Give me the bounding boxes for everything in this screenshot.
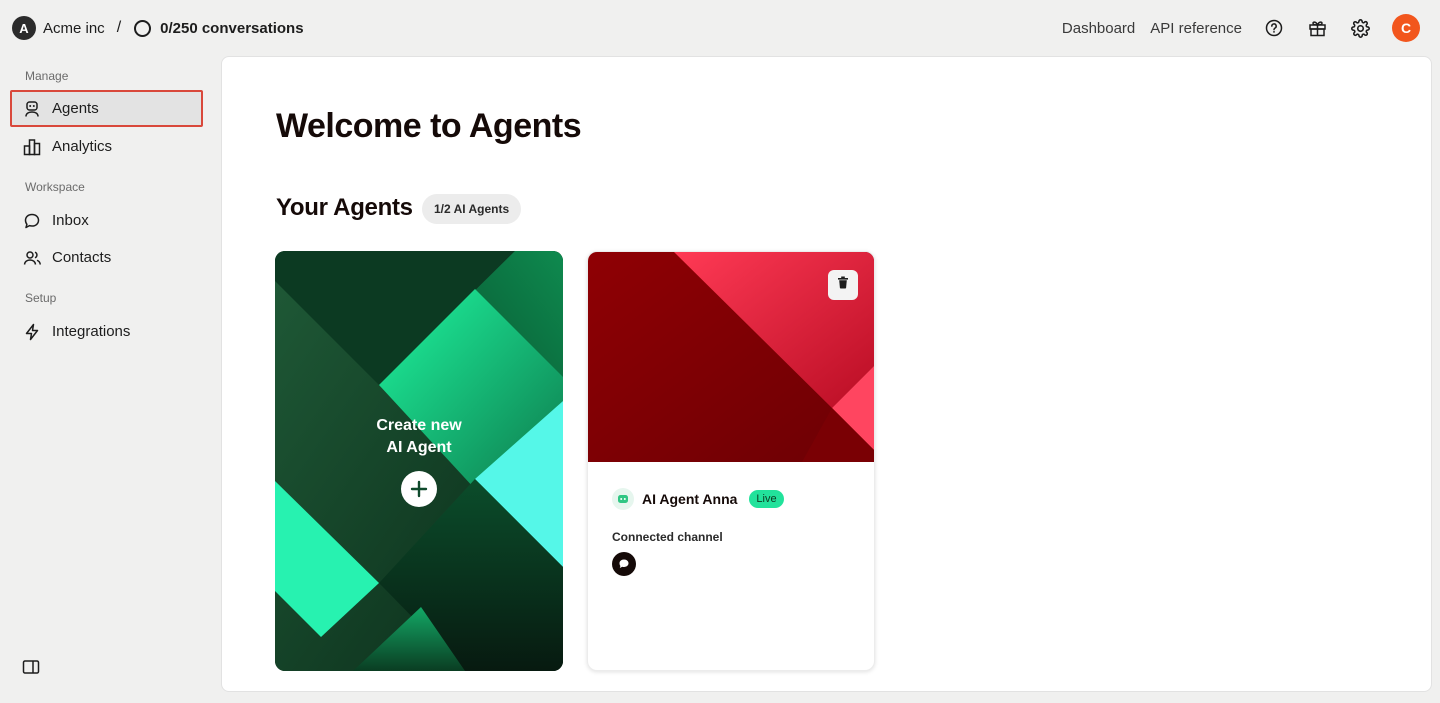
sidebar-section-workspace: Workspace — [25, 180, 85, 194]
agents-count-badge: 1/2 AI Agents — [422, 194, 522, 224]
connected-channel-label: Connected channel — [612, 530, 723, 544]
sidebar-item-label: Integrations — [52, 323, 131, 340]
breadcrumb-separator: / — [116, 19, 122, 36]
header-actions: Dashboard API reference C — [1062, 14, 1420, 42]
agents-heading: Your Agents — [276, 194, 413, 221]
conversation-usage-ring-icon — [134, 19, 152, 37]
sidebar-item-contacts[interactable]: Contacts — [10, 239, 203, 276]
sidebar-item-agents[interactable]: Agents — [10, 90, 203, 127]
create-agent-card[interactable]: Create new AI Agent — [275, 251, 563, 671]
sidebar-item-analytics[interactable]: Analytics — [10, 128, 203, 165]
sidebar: Manage Agents Analytics Workspace Inbox … — [0, 56, 220, 703]
conversation-usage: 0/250 conversations — [160, 19, 304, 37]
chat-bubble-icon — [22, 211, 42, 231]
delete-agent-button[interactable] — [828, 270, 858, 300]
sidebar-item-label: Analytics — [52, 138, 113, 155]
sidebar-item-label: Agents — [52, 100, 99, 117]
main-panel: Welcome to Agents Your Agents 1/2 AI Age… — [221, 56, 1432, 692]
sidebar-item-inbox[interactable]: Inbox — [10, 202, 203, 239]
agent-banner — [588, 252, 874, 462]
sidebar-item-label: Contacts — [52, 249, 112, 266]
sidebar-toggle-icon[interactable] — [22, 658, 40, 676]
agent-info: AI Agent Anna Live — [612, 488, 784, 510]
settings-icon[interactable] — [1349, 17, 1371, 39]
users-icon — [22, 248, 42, 268]
agent-bot-icon — [612, 488, 634, 510]
org-name[interactable]: Acme inc — [43, 20, 105, 37]
top-bar: A Acme inc / 0/250 conversations Dashboa… — [0, 0, 1440, 56]
bar-chart-icon — [22, 137, 42, 157]
create-agent-content: Create new AI Agent — [275, 415, 563, 507]
agent-name: AI Agent Anna — [642, 491, 738, 507]
robot-icon — [22, 99, 42, 119]
sidebar-item-integrations[interactable]: Integrations — [10, 313, 203, 350]
org-switcher[interactable]: A Acme inc / 0/250 conversations — [12, 16, 304, 40]
plus-icon[interactable] — [401, 471, 437, 507]
sidebar-item-label: Inbox — [52, 212, 89, 229]
agent-card[interactable]: AI Agent Anna Live Connected channel — [587, 251, 875, 671]
user-avatar[interactable]: C — [1392, 14, 1420, 42]
help-icon[interactable] — [1263, 17, 1285, 39]
chat-channel-icon[interactable] — [612, 552, 636, 576]
trash-icon — [837, 276, 849, 294]
api-reference-link[interactable]: API reference — [1150, 20, 1242, 37]
create-agent-line1: Create new — [376, 417, 462, 434]
org-avatar[interactable]: A — [12, 16, 36, 40]
status-badge: Live — [749, 490, 784, 508]
sidebar-section-setup: Setup — [25, 291, 57, 305]
sidebar-section-manage: Manage — [25, 69, 69, 83]
create-agent-line2: AI Agent — [386, 439, 452, 456]
page-title: Welcome to Agents — [276, 107, 582, 145]
gift-icon[interactable] — [1306, 17, 1328, 39]
dashboard-link[interactable]: Dashboard — [1062, 20, 1135, 37]
bolt-icon — [22, 322, 42, 342]
